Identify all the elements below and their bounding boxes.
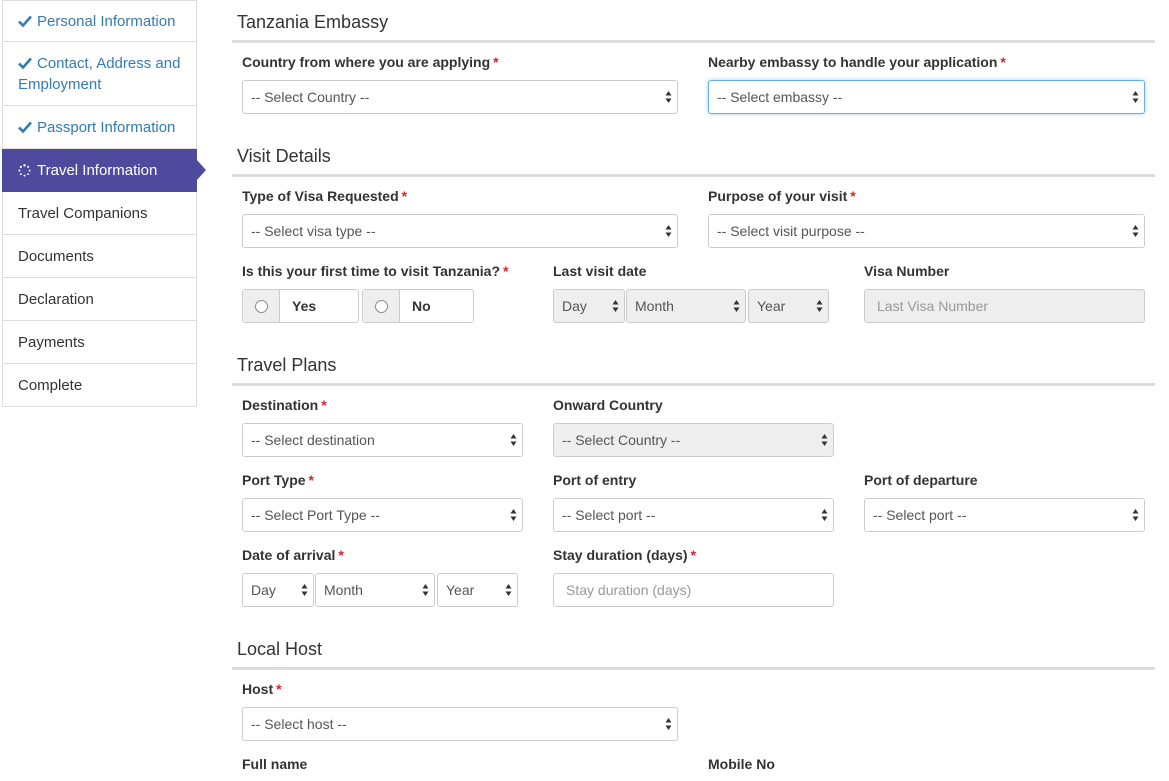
- no-radio[interactable]: [374, 299, 388, 313]
- sidebar-item-label: Personal Information: [37, 12, 176, 30]
- section-divider: [232, 383, 1155, 386]
- port-departure-select[interactable]: -- Select port --: [864, 498, 1145, 532]
- up-down-arrow-icon: [821, 509, 828, 521]
- up-down-arrow-icon: [505, 584, 512, 596]
- sidebar-item-payments[interactable]: Payments: [2, 321, 197, 364]
- stay-duration-label: Stay duration (days) *: [553, 547, 697, 563]
- section-divider: [232, 40, 1155, 43]
- visa-number-input[interactable]: Last Visa Number: [864, 289, 1145, 323]
- section-title-local-host: Local Host: [237, 639, 323, 659]
- radio-addon: [243, 290, 280, 322]
- radio-addon: [363, 290, 400, 322]
- section-divider: [232, 174, 1155, 177]
- arrival-month-select[interactable]: Month: [315, 573, 435, 607]
- sidebar-item-travel-information[interactable]: Travel Information: [2, 149, 206, 192]
- host-select[interactable]: -- Select host --: [242, 707, 678, 741]
- sidebar-item-travel-companions[interactable]: Travel Companions: [2, 192, 197, 235]
- up-down-arrow-icon: [1132, 509, 1139, 521]
- first-time-yes-option[interactable]: Yes: [242, 289, 359, 323]
- arrival-date-label: Date of arrival *: [242, 547, 344, 563]
- host-label: Host *: [242, 681, 282, 697]
- last-visit-label: Last visit date: [553, 263, 647, 279]
- onward-country-select[interactable]: -- Select Country --: [553, 423, 834, 457]
- destination-select[interactable]: -- Select destination: [242, 423, 523, 457]
- visa-type-label: Type of Visa Requested *: [242, 188, 408, 204]
- first-time-label: Is this your first time to visit Tanzani…: [242, 263, 509, 279]
- sidebar-item-documents[interactable]: Documents: [2, 235, 197, 278]
- sidebar-item-label: Travel Companions: [18, 204, 148, 222]
- last-visit-year-select[interactable]: Year: [748, 289, 829, 323]
- spinner-icon: [18, 163, 31, 177]
- last-visit-month-select[interactable]: Month: [626, 289, 746, 323]
- country-label: Country from where you are applying *: [242, 54, 499, 70]
- port-departure-label: Port of departure: [864, 472, 978, 488]
- checkmark-icon: [18, 121, 32, 133]
- arrival-day-select[interactable]: Day: [242, 573, 314, 607]
- port-type-select[interactable]: -- Select Port Type --: [242, 498, 523, 532]
- up-down-arrow-icon: [1132, 225, 1139, 237]
- up-down-arrow-icon: [665, 718, 672, 730]
- country-select[interactable]: -- Select Country --: [242, 80, 678, 114]
- up-down-arrow-icon: [821, 434, 828, 446]
- port-entry-select[interactable]: -- Select port --: [553, 498, 834, 532]
- sidebar-item-label: Complete: [18, 376, 83, 394]
- section-title-embassy: Tanzania Embassy: [237, 12, 389, 32]
- purpose-label: Purpose of your visit *: [708, 188, 856, 204]
- up-down-arrow-icon: [510, 509, 517, 521]
- up-down-arrow-icon: [510, 434, 517, 446]
- sidebar-item-personal-information[interactable]: Personal Information: [2, 0, 197, 42]
- sidebar-item-label: Declaration: [18, 290, 94, 308]
- wizard-sidebar: Personal Information Contact, Address an…: [2, 0, 206, 407]
- sidebar-item-label: Travel Information: [37, 161, 158, 179]
- yes-radio[interactable]: [254, 299, 268, 313]
- up-down-arrow-icon: [612, 300, 619, 312]
- full-name-label: Full name: [242, 756, 308, 772]
- port-type-label: Port Type *: [242, 472, 314, 488]
- visa-type-select[interactable]: -- Select visa type --: [242, 214, 678, 248]
- section-divider: [232, 667, 1155, 670]
- sidebar-item-declaration[interactable]: Declaration: [2, 278, 197, 321]
- yes-label: Yes: [292, 298, 317, 314]
- sidebar-item-label: Documents: [18, 247, 94, 265]
- up-down-arrow-icon: [422, 584, 429, 596]
- up-down-arrow-icon: [816, 300, 823, 312]
- stay-duration-input[interactable]: Stay duration (days): [553, 573, 834, 607]
- sidebar-item-passport-information[interactable]: Passport Information: [2, 106, 197, 149]
- last-visit-day-select[interactable]: Day: [553, 289, 625, 323]
- section-title-travel-plans: Travel Plans: [237, 355, 337, 375]
- port-entry-label: Port of entry: [553, 472, 637, 488]
- section-title-visit-details: Visit Details: [237, 146, 331, 166]
- sidebar-item-contact-address-employment[interactable]: Contact, Address and Employment: [2, 42, 197, 106]
- mobile-label: Mobile No: [708, 756, 775, 772]
- sidebar-item-complete[interactable]: Complete: [2, 364, 197, 407]
- visa-number-label: Visa Number: [864, 263, 950, 279]
- up-down-arrow-icon: [733, 300, 740, 312]
- up-down-arrow-icon: [301, 584, 308, 596]
- onward-country-label: Onward Country: [553, 397, 663, 413]
- arrival-year-select[interactable]: Year: [437, 573, 518, 607]
- up-down-arrow-icon: [1132, 91, 1139, 103]
- no-label: No: [412, 298, 431, 314]
- destination-label: Destination *: [242, 397, 327, 413]
- embassy-select[interactable]: -- Select embassy --: [708, 80, 1145, 114]
- first-time-no-option[interactable]: No: [362, 289, 474, 323]
- up-down-arrow-icon: [665, 91, 672, 103]
- sidebar-item-label: Contact, Address and Employment: [18, 55, 181, 93]
- sidebar-item-label: Passport Information: [37, 118, 176, 136]
- embassy-label: Nearby embassy to handle your applicatio…: [708, 54, 1006, 70]
- purpose-select[interactable]: -- Select visit purpose --: [708, 214, 1145, 248]
- checkmark-icon: [18, 15, 32, 27]
- up-down-arrow-icon: [665, 225, 672, 237]
- sidebar-item-label: Payments: [18, 333, 85, 351]
